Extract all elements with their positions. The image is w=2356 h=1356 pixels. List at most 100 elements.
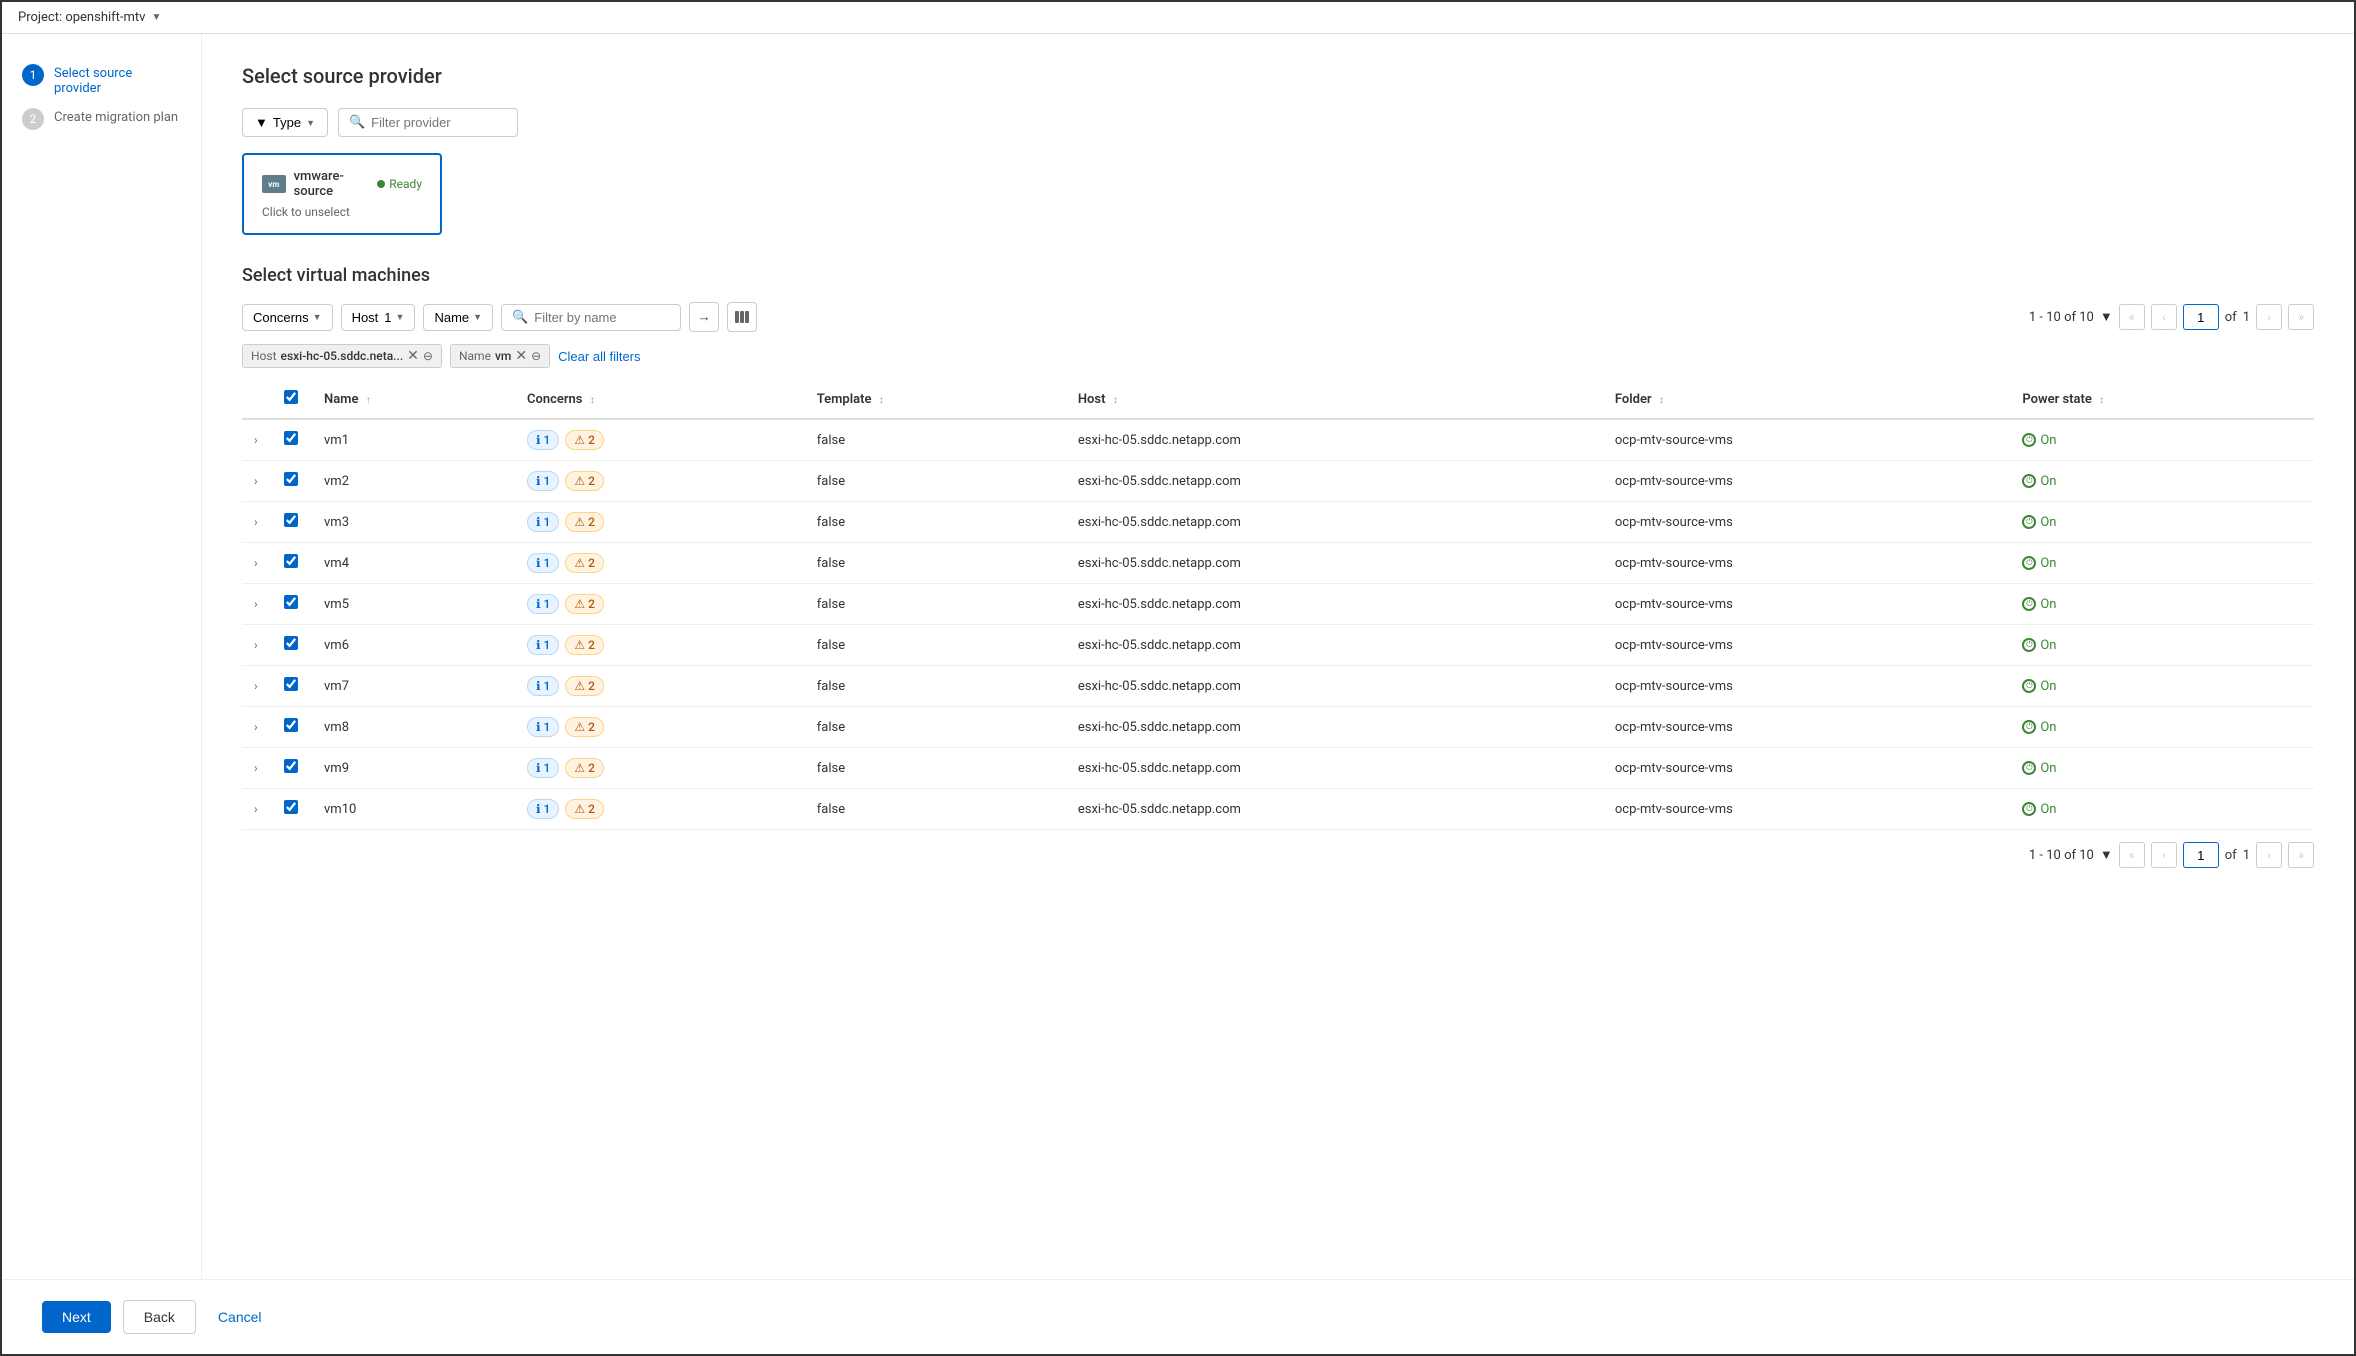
info-badge-0[interactable]: ℹ 1	[527, 430, 559, 450]
pagination-range-top: 1 - 10 of 10	[2029, 310, 2094, 325]
last-page-btn-top[interactable]: »	[2288, 304, 2314, 330]
row-name-2: vm3	[312, 502, 515, 543]
first-page-btn-bottom[interactable]: «	[2119, 842, 2145, 868]
row-checkbox-6[interactable]	[284, 677, 298, 691]
th-template-sort[interactable]: ↕	[879, 395, 884, 406]
row-expand-arrow[interactable]: ›	[254, 679, 258, 693]
row-checkbox-7[interactable]	[284, 718, 298, 732]
warn-badge-1[interactable]: ⚠ 2	[565, 471, 604, 491]
power-label-9: On	[2040, 802, 2056, 817]
name-tag-circle[interactable]: ⊖	[531, 349, 541, 363]
info-badge-1[interactable]: ℹ 1	[527, 471, 559, 491]
power-icon-7: ⏻	[2022, 720, 2036, 734]
row-template-6: false	[805, 666, 1066, 707]
page-input-top[interactable]	[2183, 304, 2219, 330]
prev-page-btn-top[interactable]: ‹	[2151, 304, 2177, 330]
info-badge-4[interactable]: ℹ 1	[527, 594, 559, 614]
warn-badge-6[interactable]: ⚠ 2	[565, 676, 604, 696]
warn-badge-2[interactable]: ⚠ 2	[565, 512, 604, 532]
vm-selection-section: Select virtual machines Concerns ▼ Host …	[242, 265, 2314, 880]
row-expand-arrow[interactable]: ›	[254, 515, 258, 529]
info-badge-3[interactable]: ℹ 1	[527, 553, 559, 573]
row-checkbox-8[interactable]	[284, 759, 298, 773]
row-expand-arrow[interactable]: ›	[254, 556, 258, 570]
warn-badge-4[interactable]: ⚠ 2	[565, 594, 604, 614]
sidebar-item-step1[interactable]: 1 Select source provider	[22, 64, 181, 96]
row-checkbox-4[interactable]	[284, 595, 298, 609]
row-host-2: esxi-hc-05.sddc.netapp.com	[1066, 502, 1603, 543]
provider-card[interactable]: vm vmware-source Ready Click to unselect	[242, 153, 442, 235]
row-checkbox-9[interactable]	[284, 800, 298, 814]
clear-all-filters-btn[interactable]: Clear all filters	[558, 349, 640, 364]
type-filter-btn[interactable]: ▼ Type ▼	[242, 108, 328, 137]
vm-search-input[interactable]	[534, 310, 670, 325]
th-concerns-sort[interactable]: ↕	[590, 395, 595, 406]
first-page-btn-top[interactable]: «	[2119, 304, 2145, 330]
columns-toggle-btn[interactable]	[727, 302, 757, 332]
th-template: Template ↕	[805, 380, 1066, 419]
power-label-1: On	[2040, 474, 2056, 489]
row-power-4: ⏻ On	[2010, 584, 2314, 625]
info-badge-9[interactable]: ℹ 1	[527, 799, 559, 819]
info-badge-8[interactable]: ℹ 1	[527, 758, 559, 778]
warn-badge-5[interactable]: ⚠ 2	[565, 635, 604, 655]
vm-search-wrap[interactable]: 🔍	[501, 304, 681, 331]
name-tag-remove[interactable]: ✕	[515, 348, 527, 364]
last-page-btn-bottom[interactable]: »	[2288, 842, 2314, 868]
warn-badge-9[interactable]: ⚠ 2	[565, 799, 604, 819]
provider-search[interactable]: 🔍	[338, 108, 518, 137]
name-filter-btn[interactable]: Name ▼	[423, 304, 493, 331]
row-checkbox-0[interactable]	[284, 431, 298, 445]
row-expand-arrow[interactable]: ›	[254, 638, 258, 652]
power-icon-1: ⏻	[2022, 474, 2036, 488]
host-arrow: ▼	[396, 312, 405, 322]
warn-badge-8[interactable]: ⚠ 2	[565, 758, 604, 778]
row-concerns-8: ℹ 1 ⚠ 2	[515, 748, 805, 789]
th-host-sort[interactable]: ↕	[1113, 395, 1118, 406]
row-expand-arrow[interactable]: ›	[254, 597, 258, 611]
step2-number: 2	[22, 108, 44, 130]
page-input-bottom[interactable]	[2183, 842, 2219, 868]
next-button[interactable]: Next	[42, 1301, 111, 1333]
row-power-6: ⏻ On	[2010, 666, 2314, 707]
cancel-button[interactable]: Cancel	[208, 1301, 272, 1333]
next-page-btn-top[interactable]: ›	[2256, 304, 2282, 330]
info-badge-7[interactable]: ℹ 1	[527, 717, 559, 737]
th-folder-sort[interactable]: ↕	[1659, 395, 1664, 406]
sidebar-item-step2[interactable]: 2 Create migration plan	[22, 108, 181, 130]
warn-badge-7[interactable]: ⚠ 2	[565, 717, 604, 737]
select-all-checkbox[interactable]	[284, 390, 298, 404]
next-page-btn-bottom[interactable]: ›	[2256, 842, 2282, 868]
row-checkbox-2[interactable]	[284, 513, 298, 527]
project-selector[interactable]: Project: openshift-mtv ▼	[18, 10, 161, 25]
row-checkbox-1[interactable]	[284, 472, 298, 486]
row-expand-arrow[interactable]: ›	[254, 433, 258, 447]
row-checkbox-3[interactable]	[284, 554, 298, 568]
host-filter-btn[interactable]: Host 1 ▼	[341, 304, 416, 331]
row-checkbox-5[interactable]	[284, 636, 298, 650]
th-power-sort[interactable]: ↕	[2099, 395, 2104, 406]
vm-table-body: › vm1 ℹ 1 ⚠ 2 false esxi-hc-05.sddc.neta…	[242, 419, 2314, 830]
row-concerns-0: ℹ 1 ⚠ 2	[515, 419, 805, 461]
prev-page-btn-bottom[interactable]: ‹	[2151, 842, 2177, 868]
host-tag-circle[interactable]: ⊖	[423, 349, 433, 363]
table-row: › vm3 ℹ 1 ⚠ 2 false esxi-hc-05.sddc.neta…	[242, 502, 2314, 543]
back-button[interactable]: Back	[123, 1300, 196, 1334]
host-tag-remove[interactable]: ✕	[407, 348, 419, 364]
warn-badge-3[interactable]: ⚠ 2	[565, 553, 604, 573]
info-badge-5[interactable]: ℹ 1	[527, 635, 559, 655]
provider-search-input[interactable]	[371, 115, 507, 130]
row-expand-arrow[interactable]: ›	[254, 802, 258, 816]
info-badge-6[interactable]: ℹ 1	[527, 676, 559, 696]
th-name-sort[interactable]: ↑	[366, 395, 371, 406]
row-expand-arrow[interactable]: ›	[254, 474, 258, 488]
concerns-filter-btn[interactable]: Concerns ▼	[242, 304, 333, 331]
info-badge-2[interactable]: ℹ 1	[527, 512, 559, 532]
row-concerns-7: ℹ 1 ⚠ 2	[515, 707, 805, 748]
row-expand-arrow[interactable]: ›	[254, 720, 258, 734]
row-expand-arrow[interactable]: ›	[254, 761, 258, 775]
power-label-3: On	[2040, 556, 2056, 571]
warn-badge-0[interactable]: ⚠ 2	[565, 430, 604, 450]
search-arrow-btn[interactable]: →	[689, 302, 719, 332]
row-host-5: esxi-hc-05.sddc.netapp.com	[1066, 625, 1603, 666]
